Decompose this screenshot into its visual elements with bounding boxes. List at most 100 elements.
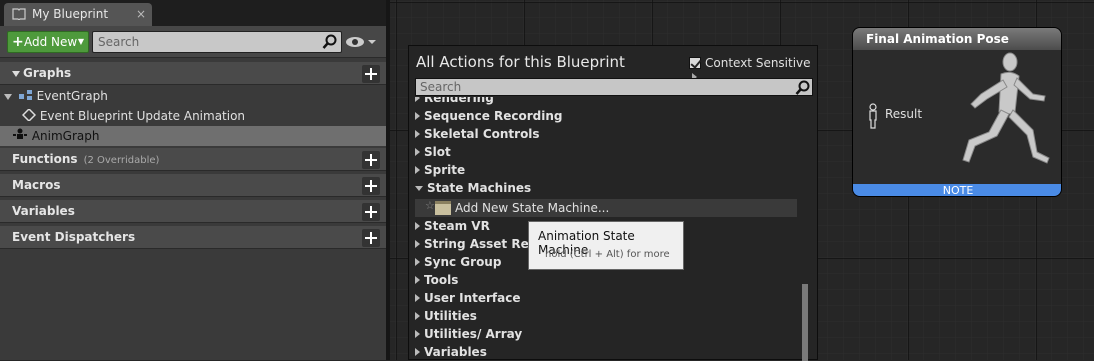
tree-item-label: EventGraph <box>36 89 108 103</box>
tree-item-label: AnimGraph <box>31 129 100 143</box>
collapsed-arrow-icon <box>415 258 420 266</box>
menu-category-label: Tools <box>424 273 459 287</box>
collapsed-arrow-icon <box>415 330 420 338</box>
favorite-star-icon[interactable]: ☆ <box>425 199 435 212</box>
blueprint-book-icon <box>12 8 26 20</box>
menu-category-state-machines[interactable]: State Machines <box>415 179 531 197</box>
menu-category-label: Skeletal Controls <box>424 127 540 141</box>
menu-category-label: Utilities/ Array <box>424 327 523 341</box>
collapsed-arrow-icon <box>415 112 420 120</box>
menu-category-label: Utilities <box>424 309 477 323</box>
section-variables[interactable]: Variables <box>0 199 388 223</box>
expand-arrow-icon <box>4 93 12 100</box>
menu-category-label: Rendering <box>424 97 494 105</box>
menu-item-label: Add New State Machine... <box>455 201 610 215</box>
menu-category-user-interface[interactable]: User Interface <box>415 289 521 307</box>
collapsed-arrow-icon <box>415 166 420 174</box>
add-event-dispatcher-button[interactable] <box>362 229 380 247</box>
collapsed-arrow-icon <box>415 222 420 230</box>
final-animation-pose-node[interactable]: Final Animation Pose Result NOTE <box>852 27 1062 197</box>
menu-category-label: User Interface <box>424 291 521 305</box>
add-macro-button[interactable] <box>362 177 380 195</box>
menu-category-sprite[interactable]: Sprite <box>415 161 465 179</box>
menu-search-input[interactable]: Search <box>415 78 813 96</box>
collapsed-arrow-icon <box>415 312 420 320</box>
add-graph-button[interactable] <box>362 65 380 83</box>
menu-category-variables[interactable]: Variables <box>415 343 487 361</box>
collapsed-arrow-icon <box>415 148 420 156</box>
menu-category-sequence-recording[interactable]: Sequence Recording <box>415 107 563 125</box>
section-graphs[interactable]: Graphs <box>0 61 388 85</box>
my-blueprint-panel: My Blueprint × + Add New ▼ Search Graphs… <box>0 0 388 360</box>
section-label: Event Dispatchers <box>12 230 136 244</box>
collapsed-arrow-icon <box>415 294 420 302</box>
state-machine-icon <box>435 201 451 215</box>
menu-category-label: Sequence Recording <box>424 109 563 123</box>
menu-category-rendering[interactable]: Rendering <box>415 97 494 107</box>
tree-item-eventgraph[interactable]: EventGraph <box>0 86 388 106</box>
menu-category-sync-group[interactable]: Sync Group <box>415 253 501 271</box>
tooltip-hint: hold (Ctrl + Alt) for more <box>545 249 670 260</box>
menu-category-label: Slot <box>424 145 451 159</box>
menu-category-steam-vr[interactable]: Steam VR <box>415 217 490 235</box>
overridable-count: (2 Overridable) <box>83 155 160 166</box>
section-label: Graphs <box>23 66 72 80</box>
search-input[interactable]: Search <box>92 31 342 53</box>
event-graph-icon <box>18 90 32 100</box>
menu-scrollbar[interactable] <box>802 284 808 361</box>
collapsed-arrow-icon <box>415 240 420 248</box>
add-variable-button[interactable] <box>362 203 380 221</box>
tab-title: My Blueprint <box>32 7 109 21</box>
note-bar: NOTE <box>853 184 1061 196</box>
view-options-eye-icon[interactable] <box>345 34 377 50</box>
plus-icon: + <box>12 34 24 50</box>
menu-category-label: State Machines <box>427 181 532 195</box>
context-sensitive-label: Context Sensitive <box>705 56 811 70</box>
tree-item-animgraph[interactable]: AnimGraph <box>0 126 388 146</box>
section-label: Functions <box>12 152 78 166</box>
menu-title: All Actions for this Blueprint <box>416 53 625 71</box>
dropdown-arrow-icon: ▼ <box>77 37 84 46</box>
menu-category-slot[interactable]: Slot <box>415 143 451 161</box>
section-functions[interactable]: Functions (2 Overridable) <box>0 147 388 171</box>
section-label: Variables <box>12 204 75 218</box>
menu-category-utilities[interactable]: Utilities <box>415 307 477 325</box>
menu-category-label: Variables <box>424 345 487 359</box>
search-icon <box>322 34 337 49</box>
section-event-dispatchers[interactable]: Event Dispatchers <box>0 225 388 249</box>
anim-graph-icon <box>13 128 27 139</box>
section-macros[interactable]: Macros <box>0 173 388 197</box>
collapsed-arrow-icon <box>415 348 420 356</box>
tooltip: Animation State Machine hold (Ctrl + Alt… <box>528 221 684 270</box>
toolbar: + Add New ▼ Search <box>0 26 388 58</box>
menu-item-add-new-state-machine[interactable]: ☆ Add New State Machine... <box>415 199 797 217</box>
add-function-button[interactable] <box>362 151 380 169</box>
section-label: Macros <box>12 178 61 192</box>
collapsed-arrow-icon <box>415 130 420 138</box>
pose-pin-icon[interactable] <box>866 103 880 129</box>
checkbox-checked-icon <box>689 57 701 69</box>
event-diamond-icon <box>21 107 37 123</box>
add-new-button[interactable]: + Add New ▼ <box>7 31 89 53</box>
search-icon <box>795 80 810 95</box>
all-actions-menu: All Actions for this Blueprint Context S… <box>408 45 818 361</box>
expanded-arrow-icon <box>415 186 423 191</box>
tab-strip: My Blueprint × <box>0 0 388 26</box>
close-icon[interactable]: × <box>136 3 146 25</box>
result-pin-label: Result <box>885 107 923 121</box>
add-new-label: Add New <box>24 35 78 49</box>
menu-category-label: Sprite <box>424 163 466 177</box>
menu-category-utilities-array[interactable]: Utilities/ Array <box>415 325 522 343</box>
menu-category-label: Sync Group <box>424 255 502 269</box>
tab-my-blueprint[interactable]: My Blueprint × <box>4 3 152 26</box>
node-title: Final Animation Pose <box>853 28 1061 50</box>
tree-item-label: Event Blueprint Update Animation <box>39 109 246 123</box>
search-placeholder: Search <box>98 35 140 49</box>
menu-category-label: Steam VR <box>424 219 490 233</box>
expand-arrow-icon <box>12 70 20 77</box>
menu-category-skeletal-controls[interactable]: Skeletal Controls <box>415 125 540 143</box>
menu-search-placeholder: Search <box>420 80 462 94</box>
menu-category-tools[interactable]: Tools <box>415 271 458 289</box>
collapsed-arrow-icon <box>415 97 420 102</box>
tree-item-event-update[interactable]: Event Blueprint Update Animation <box>0 106 388 126</box>
